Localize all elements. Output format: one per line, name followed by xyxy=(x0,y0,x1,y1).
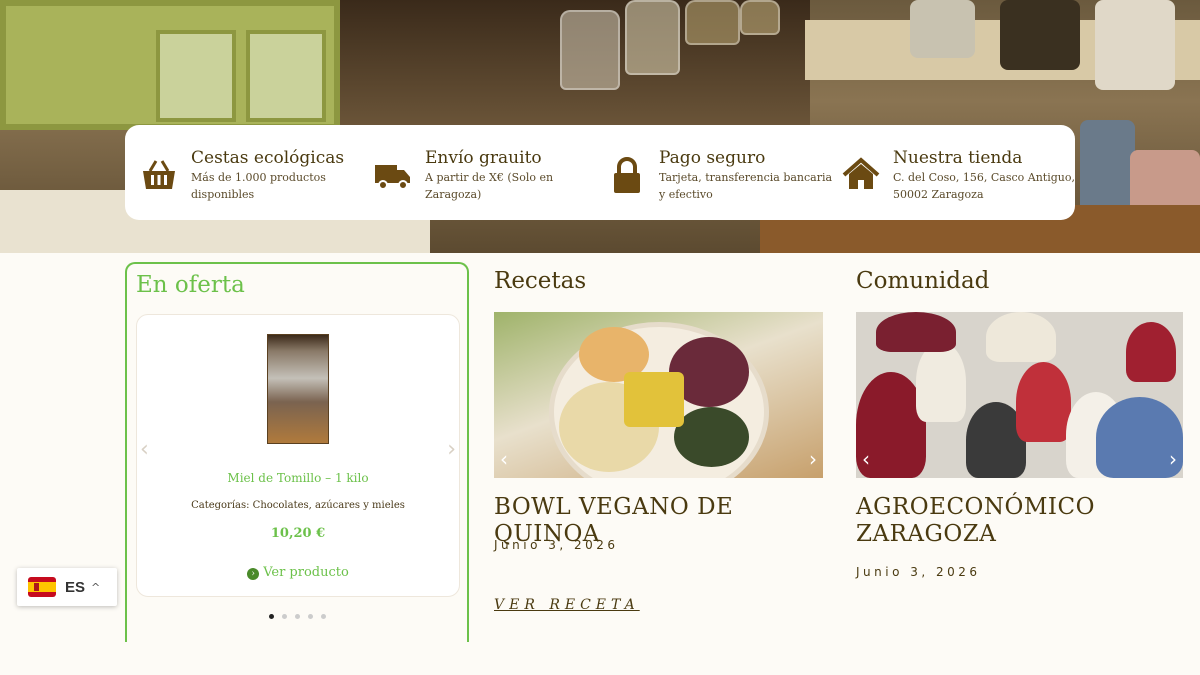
spain-flag-icon xyxy=(28,577,56,597)
feature-desc: Más de 1.000 productos disponibles xyxy=(191,171,326,201)
feature-title: Envío grauito xyxy=(425,148,542,168)
feature-desc: C. del Coso, 156, Casco Antiguo, 50002 Z… xyxy=(893,171,1075,201)
home-icon xyxy=(842,157,880,189)
product-categories: Categorías: Chocolates, azúcares y miele… xyxy=(191,500,405,511)
shop-cabinet-image xyxy=(0,0,340,130)
chevron-right-icon[interactable]: › xyxy=(447,437,456,462)
community-image[interactable]: ‹ › xyxy=(856,312,1183,478)
chevron-left-icon[interactable]: ‹ xyxy=(500,447,508,471)
features-bar: Cestas ecológicas Más de 1.000 productos… xyxy=(125,125,1075,220)
chevron-right-icon[interactable]: › xyxy=(1169,447,1177,471)
feature-title: Cestas ecológicas xyxy=(191,148,345,168)
feature-title: Nuestra tienda xyxy=(893,148,1023,168)
hero-banner: Cestas ecológicas Más de 1.000 productos… xyxy=(0,0,1200,253)
carousel-dot[interactable] xyxy=(281,614,287,619)
truck-icon xyxy=(375,165,410,190)
product-name[interactable]: Miel de Tomillo – 1 kilo xyxy=(137,471,459,485)
product-card[interactable]: ‹ › Miel de Tomillo – 1 kilo Categorías:… xyxy=(136,314,460,597)
chevron-up-icon: ^ xyxy=(91,580,101,594)
feature-envio: Envío grauito A partir de X€ (Solo en Za… xyxy=(373,147,607,220)
lock-icon xyxy=(614,157,640,193)
community-title[interactable]: AGROECONÓMICO ZARAGOZA xyxy=(856,494,1156,548)
feature-title: Pago seguro xyxy=(659,148,766,168)
carousel-dot[interactable] xyxy=(294,614,300,619)
chevron-left-icon[interactable]: ‹ xyxy=(862,447,870,471)
community-date: Junio 3, 2026 xyxy=(856,565,981,579)
recipe-date: Junio 3, 2026 xyxy=(494,538,619,552)
language-code: ES xyxy=(65,578,86,596)
recipe-image[interactable]: ‹ › xyxy=(494,312,823,478)
view-recipe-link[interactable]: VER RECETA xyxy=(494,597,640,613)
carousel-dot[interactable] xyxy=(307,614,313,619)
language-switcher[interactable]: ES ^ xyxy=(17,568,117,606)
feature-pago: Pago seguro Tarjeta, transferencia banca… xyxy=(607,147,841,220)
product-image[interactable] xyxy=(267,334,329,444)
view-product-label: Ver producto xyxy=(263,565,349,580)
section-title: En oferta xyxy=(136,272,245,298)
feature-desc: A partir de X€ (Solo en Zaragoza) xyxy=(425,171,554,201)
carousel-dot[interactable] xyxy=(320,614,326,619)
feature-cestas: Cestas ecológicas Más de 1.000 productos… xyxy=(139,147,373,220)
feature-tienda: Nuestra tienda C. del Coso, 156, Casco A… xyxy=(841,147,1075,220)
carousel-dot[interactable] xyxy=(268,614,274,619)
arrow-circle-icon: › xyxy=(247,568,260,580)
basket-icon xyxy=(143,160,175,189)
product-price: 10,20 € xyxy=(270,526,326,541)
view-product-link[interactable]: › Ver producto xyxy=(137,565,459,580)
chevron-left-icon[interactable]: ‹ xyxy=(140,437,149,462)
chevron-right-icon[interactable]: › xyxy=(809,447,817,471)
oferta-section: En oferta ‹ › Miel de Tomillo – 1 kilo C… xyxy=(125,262,469,642)
carousel-dots xyxy=(127,604,467,623)
feature-desc: Tarjeta, transferencia bancaria y efecti… xyxy=(659,171,833,201)
section-title-recetas: Recetas xyxy=(494,268,587,294)
section-title-comunidad: Comunidad xyxy=(856,268,990,294)
